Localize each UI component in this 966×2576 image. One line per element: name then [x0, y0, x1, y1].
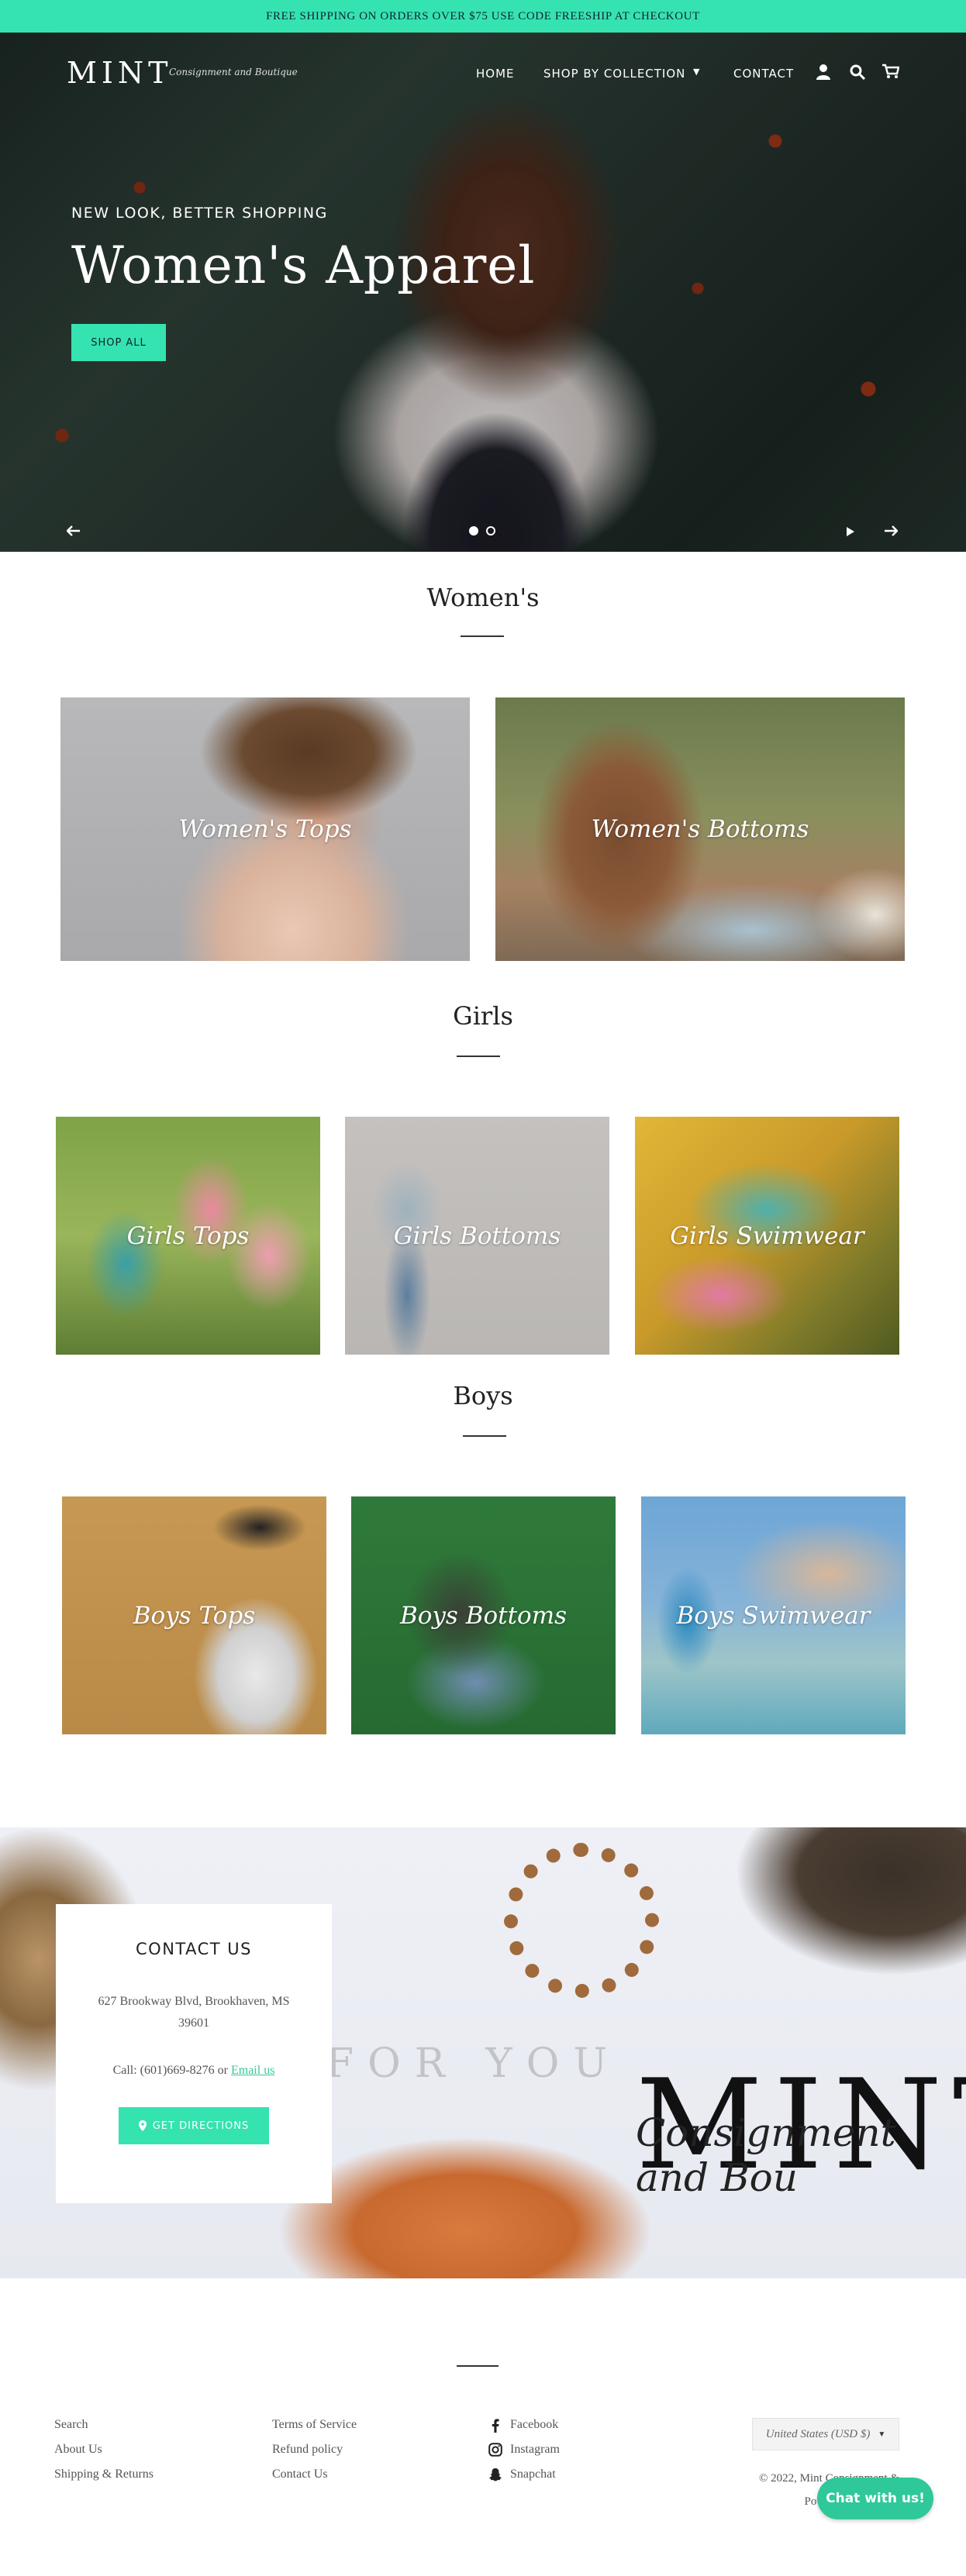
footer-link-refund-policy[interactable]: Refund policy — [272, 2443, 343, 2457]
footer-divider — [457, 2365, 499, 2367]
tile-womens-bottoms[interactable]: Women's Bottoms — [495, 697, 905, 961]
tile-label: Women's Tops — [178, 815, 352, 843]
play-icon[interactable] — [846, 526, 855, 537]
footer-link-terms[interactable]: Terms of Service — [272, 2418, 357, 2432]
tile-boys-bottoms[interactable]: Boys Bottoms — [351, 1496, 616, 1734]
footer-link-contact-us[interactable]: Contact Us — [272, 2468, 328, 2481]
chevron-down-icon: ▼ — [878, 2430, 886, 2439]
tile-label: Women's Bottoms — [591, 815, 809, 843]
banner-logo-script: Consignment and Bou — [636, 2110, 896, 2200]
hero-title: Women's Apparel — [71, 236, 536, 295]
section-divider — [463, 1435, 506, 1437]
nav-contact[interactable]: CONTACT — [733, 67, 794, 81]
tile-label: Girls Bottoms — [393, 1221, 561, 1250]
tile-boys-swimwear[interactable]: Boys Swimwear — [641, 1496, 906, 1734]
contact-banner: MINT Consignment and Bou FOR YOU CONTACT… — [0, 1827, 966, 2278]
tile-label: Boys Bottoms — [399, 1601, 568, 1630]
announcement-bar: FREE SHIPPING ON ORDERS OVER $75 USE COD… — [0, 0, 966, 33]
facebook-icon[interactable] — [492, 2419, 499, 2433]
search-icon[interactable] — [850, 64, 865, 80]
contact-title: CONTACT US — [136, 1940, 252, 1958]
section-title-womens: Women's — [426, 583, 540, 612]
footer-link-shipping-returns[interactable]: Shipping & Returns — [54, 2468, 154, 2481]
chat-button[interactable]: Chat with us! — [817, 2478, 933, 2519]
slide-dot-active[interactable] — [469, 526, 478, 536]
currency-selector[interactable]: United States (USD $) ▼ — [752, 2418, 899, 2450]
contact-address: 627 Brookway Blvd, Brookhaven, MS 39601 — [98, 1995, 290, 2030]
map-pin-icon — [138, 2120, 147, 2131]
contact-phone: Call: (601)669-8276 or — [112, 2064, 231, 2077]
nav-home[interactable]: HOME — [476, 67, 515, 81]
cart-icon[interactable] — [882, 64, 899, 79]
hero-slideshow: MINT Consignment and Boutique HOME SHOP … — [0, 33, 966, 552]
tile-girls-swimwear[interactable]: Girls Swimwear — [635, 1117, 899, 1355]
slide-dot[interactable] — [486, 526, 495, 536]
account-icon[interactable] — [816, 64, 831, 81]
instagram-icon[interactable] — [488, 2443, 502, 2457]
tile-label: Boys Swimwear — [676, 1601, 871, 1630]
contact-card: CONTACT US 627 Brookway Blvd, Brookhaven… — [56, 1904, 332, 2203]
hero-subtitle: NEW LOOK, BETTER SHOPPING — [71, 205, 328, 222]
banner-overlay-text: FOR YOU — [326, 2040, 622, 2087]
section-divider — [457, 1056, 500, 1057]
footer-link-instagram[interactable]: Instagram — [510, 2443, 560, 2457]
get-directions-button[interactable]: GET DIRECTIONS — [119, 2107, 269, 2144]
section-title-girls: Girls — [453, 1001, 513, 1031]
banner-image — [504, 1843, 659, 1998]
section-divider — [461, 635, 504, 637]
tile-label: Girls Tops — [126, 1221, 250, 1250]
tile-womens-tops[interactable]: Women's Tops — [60, 697, 470, 961]
currency-value: United States (USD $) — [765, 2427, 871, 2440]
tile-label: Boys Tops — [133, 1601, 256, 1630]
logo-tagline: Consignment and Boutique — [169, 67, 298, 77]
arrow-right-icon[interactable] — [884, 525, 898, 536]
contact-call: Call: (601)669-8276 or Email us — [56, 2064, 332, 2078]
chevron-down-icon[interactable]: ▼ — [693, 67, 699, 77]
footer-link-facebook[interactable]: Facebook — [510, 2418, 558, 2432]
footer-link-about-us[interactable]: About Us — [54, 2443, 102, 2457]
shop-all-button[interactable]: SHOP ALL — [71, 324, 166, 361]
nav-shop-by-collection[interactable]: SHOP BY COLLECTION — [543, 67, 685, 81]
tile-girls-tops[interactable]: Girls Tops — [56, 1117, 320, 1355]
arrow-left-icon[interactable] — [67, 525, 81, 536]
email-us-link[interactable]: Email us — [231, 2064, 274, 2077]
tile-girls-bottoms[interactable]: Girls Bottoms — [345, 1117, 609, 1355]
section-title-boys: Boys — [453, 1381, 513, 1410]
snapchat-icon[interactable] — [488, 2468, 502, 2481]
footer-link-snapchat[interactable]: Snapchat — [510, 2468, 556, 2481]
site-logo[interactable]: MINT — [67, 56, 173, 90]
tile-boys-tops[interactable]: Boys Tops — [62, 1496, 326, 1734]
tile-label: Girls Swimwear — [670, 1221, 864, 1250]
get-directions-label: GET DIRECTIONS — [152, 2120, 250, 2132]
footer-link-search[interactable]: Search — [54, 2418, 88, 2432]
